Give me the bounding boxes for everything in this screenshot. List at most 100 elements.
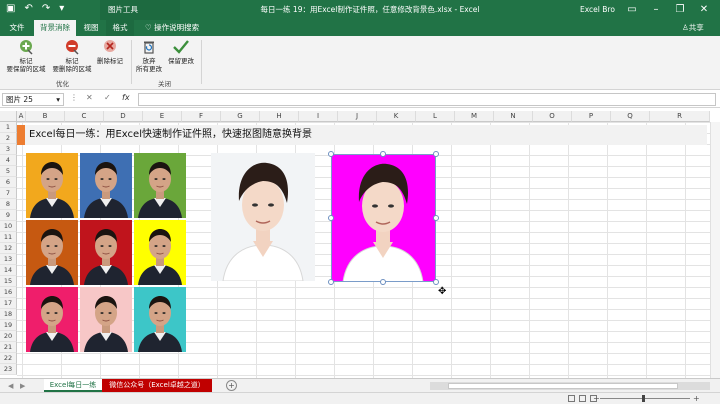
ribbon-display-options-icon[interactable]: ▭ — [620, 0, 644, 20]
insert-function-button[interactable]: fx — [122, 93, 130, 102]
share-button[interactable]: ♙共享 — [682, 20, 704, 36]
resize-handle-nw[interactable] — [328, 151, 334, 157]
keep-changes-button[interactable]: 保留更改 — [166, 38, 196, 65]
signed-in-user[interactable]: Excel Bro — [580, 0, 615, 20]
row-header[interactable]: 7 — [0, 188, 17, 199]
original-photo[interactable] — [211, 153, 315, 281]
cancel-entry-button[interactable]: ✕ — [86, 93, 93, 102]
row-header[interactable]: 22 — [0, 353, 17, 364]
column-header[interactable]: R — [650, 111, 710, 122]
sheet-tab-wechat[interactable]: 微信公众号（Excel卓越之道） — [102, 379, 212, 392]
row-header[interactable]: 21 — [0, 342, 17, 353]
formula-input[interactable] — [138, 93, 716, 106]
column-header[interactable]: Q — [611, 111, 650, 122]
row-header[interactable]: 23 — [0, 364, 17, 375]
column-header[interactable]: A — [17, 111, 26, 122]
column-header[interactable]: I — [299, 111, 338, 122]
horizontal-scrollbar-thumb[interactable] — [448, 383, 678, 389]
tab-file[interactable]: 文件 — [4, 20, 30, 36]
vertical-scrollbar[interactable] — [710, 122, 720, 378]
id-photo-tile[interactable] — [80, 220, 132, 285]
id-photo-tile[interactable] — [134, 287, 186, 352]
banner-title[interactable]: Excel每日一练：用Excel快速制作证件照，快速抠图随意换背景 — [29, 125, 312, 145]
id-photo-tile[interactable] — [26, 220, 78, 285]
resize-handle-e[interactable] — [433, 215, 439, 221]
column-header[interactable]: P — [572, 111, 611, 122]
tell-me-search[interactable]: ♡ 操作说明搜索 — [145, 20, 199, 36]
column-header[interactable]: M — [455, 111, 494, 122]
row-header[interactable]: 15 — [0, 276, 17, 287]
column-header[interactable]: O — [533, 111, 572, 122]
column-header[interactable]: F — [182, 111, 221, 122]
restore-icon[interactable]: ❐ — [668, 0, 692, 20]
row-header[interactable]: 6 — [0, 177, 17, 188]
zoom-slider-track[interactable] — [600, 398, 690, 399]
resize-handle-n[interactable] — [380, 151, 386, 157]
row-header[interactable]: 2 — [0, 133, 17, 144]
customize-qat-icon[interactable]: ▾ — [59, 3, 64, 14]
zoom-in-button[interactable]: + — [693, 393, 700, 404]
id-photo-tile[interactable] — [80, 287, 132, 352]
tab-background-removal[interactable]: 背景消除 — [34, 20, 76, 36]
mark-areas-to-keep-button[interactable]: 标记 要保留的区域 — [6, 38, 46, 73]
row-header[interactable]: 10 — [0, 221, 17, 232]
zoom-slider-thumb[interactable] — [642, 395, 645, 402]
resize-handle-sw[interactable] — [328, 279, 334, 285]
tab-view[interactable]: 视图 — [78, 20, 104, 36]
column-header[interactable]: B — [26, 111, 65, 122]
column-header[interactable]: H — [260, 111, 299, 122]
mark-areas-to-remove-button[interactable]: 标记 要删除的区域 — [52, 38, 92, 73]
resize-handle-w[interactable] — [328, 215, 334, 221]
undo-icon[interactable]: ↶ — [24, 3, 32, 14]
sheet-tab-excel-daily[interactable]: Excel每日一练 — [44, 379, 102, 392]
row-header[interactable]: 9 — [0, 210, 17, 221]
zoom-out-button[interactable]: − — [593, 393, 600, 404]
id-photo-tile[interactable] — [134, 153, 186, 218]
column-header[interactable]: N — [494, 111, 533, 122]
row-header[interactable]: 3 — [0, 144, 17, 155]
column-header[interactable]: L — [416, 111, 455, 122]
horizontal-scrollbar[interactable] — [430, 382, 710, 390]
column-header[interactable]: G — [221, 111, 260, 122]
row-header[interactable]: 19 — [0, 320, 17, 331]
scroll-sheets-right-icon[interactable]: ▶ — [20, 379, 25, 393]
column-header[interactable]: C — [65, 111, 104, 122]
save-icon[interactable]: ▣ — [6, 3, 15, 14]
id-photo-tile[interactable] — [26, 153, 78, 218]
confirm-entry-button[interactable]: ✓ — [104, 93, 111, 102]
row-header[interactable]: 4 — [0, 155, 17, 166]
row-header[interactable]: 5 — [0, 166, 17, 177]
row-header[interactable]: 20 — [0, 331, 17, 342]
resize-handle-ne[interactable] — [433, 151, 439, 157]
tab-format[interactable]: 格式 — [106, 20, 134, 36]
column-header[interactable]: J — [338, 111, 377, 122]
row-header[interactable]: 13 — [0, 254, 17, 265]
column-header[interactable]: D — [104, 111, 143, 122]
add-sheet-button[interactable]: + — [226, 380, 237, 391]
id-photo-tile[interactable] — [134, 220, 186, 285]
page-layout-view-icon[interactable] — [579, 395, 586, 402]
column-header[interactable]: K — [377, 111, 416, 122]
id-photo-tile[interactable] — [80, 153, 132, 218]
select-all-corner[interactable] — [0, 111, 17, 122]
row-header[interactable]: 11 — [0, 232, 17, 243]
id-photo-tile[interactable] — [26, 287, 78, 352]
minimize-icon[interactable]: – — [644, 0, 668, 20]
row-header[interactable]: 1 — [0, 122, 17, 133]
row-header[interactable]: 17 — [0, 298, 17, 309]
row-header[interactable]: 16 — [0, 287, 17, 298]
row-header[interactable]: 14 — [0, 265, 17, 276]
resize-handle-s[interactable] — [380, 279, 386, 285]
delete-mark-button[interactable]: 删除标记 — [95, 38, 125, 65]
discard-all-changes-button[interactable]: 放弃 所有更改 — [134, 38, 164, 73]
normal-view-icon[interactable] — [568, 395, 575, 402]
column-header[interactable]: E — [143, 111, 182, 122]
resize-handle-se[interactable] — [433, 279, 439, 285]
row-header[interactable]: 18 — [0, 309, 17, 320]
scroll-sheets-left-icon[interactable]: ◀ — [8, 379, 13, 393]
redo-icon[interactable]: ↷ — [42, 3, 50, 14]
close-icon[interactable]: ✕ — [692, 0, 716, 20]
row-header[interactable]: 8 — [0, 199, 17, 210]
name-box[interactable]: 图片 25 ▾ — [2, 93, 64, 106]
row-header[interactable]: 12 — [0, 243, 17, 254]
